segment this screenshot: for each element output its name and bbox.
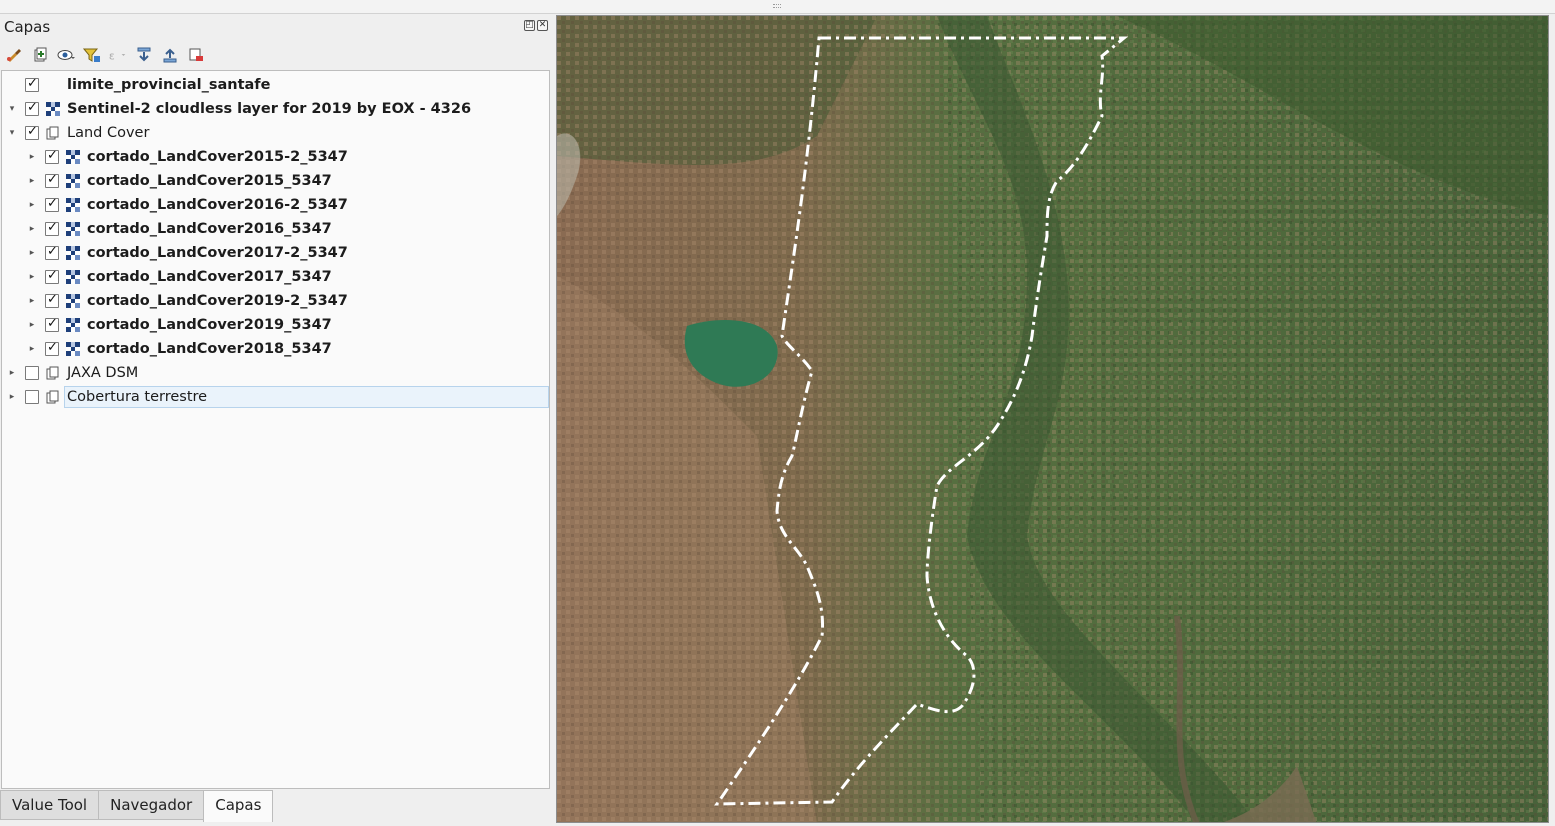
layer-visibility-checkbox[interactable]: ✓: [45, 196, 59, 212]
expand-arrow-icon[interactable]: ▸: [27, 200, 37, 210]
panel-title-buttons: ◰ ✕: [524, 20, 548, 31]
raster-layer-icon: [46, 102, 60, 116]
expand-arrow-icon[interactable]: ▸: [27, 152, 37, 162]
layer-visibility-checkbox[interactable]: [25, 366, 39, 380]
layer-visibility-checkbox[interactable]: ✓: [45, 244, 59, 260]
expand-arrow-icon[interactable]: ▸: [7, 368, 17, 378]
layers-toolbar: ε: [4, 44, 206, 66]
raster-layer-icon: [66, 198, 80, 212]
layer-tree[interactable]: ✓ limite_provincial_santafe ▾ ✓ Sentinel-2 c…: [1, 70, 550, 789]
layer-visibility-checkbox[interactable]: ✓: [45, 340, 59, 356]
layer-row[interactable]: ▸ ✓ cortado_LandCover2019_5347: [2, 313, 549, 337]
layer-row[interactable]: ▸ JAXA DSM: [2, 361, 549, 385]
layer-row[interactable]: ▸ ✓ cortado_LandCover2019-2_5347: [2, 289, 549, 313]
layer-label[interactable]: Cobertura terrestre: [64, 386, 549, 408]
qgis-window: Capas ◰ ✕ ε ✓ limite_provincial_santafe …: [0, 0, 1555, 826]
layer-visibility-checkbox[interactable]: ✓: [25, 100, 39, 116]
layer-visibility-checkbox[interactable]: ✓: [45, 316, 59, 332]
layer-label[interactable]: cortado_LandCover2015-2_5347: [84, 146, 351, 168]
layer-row[interactable]: ▸ ✓ cortado_LandCover2015_5347: [2, 169, 549, 193]
layer-label[interactable]: cortado_LandCover2016-2_5347: [84, 194, 351, 216]
svg-text:ε: ε: [109, 50, 115, 63]
layer-visibility-checkbox[interactable]: ✓: [25, 76, 39, 92]
float-icon[interactable]: ◰: [524, 20, 535, 31]
map-canvas[interactable]: [556, 15, 1549, 823]
filter-legend-icon[interactable]: [82, 45, 102, 65]
tab-capas[interactable]: Capas: [203, 790, 274, 822]
layer-label[interactable]: Land Cover: [64, 122, 152, 144]
raster-layer-icon: [66, 342, 80, 356]
layer-label[interactable]: Sentinel-2 cloudless layer for 2019 by E…: [64, 98, 474, 120]
layer-row[interactable]: ▸ ✓ cortado_LandCover2016_5347: [2, 217, 549, 241]
expand-arrow-icon[interactable]: ▸: [7, 392, 17, 402]
satellite-imagery: [557, 16, 1548, 822]
expand-all-icon[interactable]: [134, 45, 154, 65]
layer-label[interactable]: cortado_LandCover2018_5347: [84, 338, 335, 360]
collapse-arrow-icon[interactable]: ▾: [7, 128, 17, 138]
raster-layer-icon: [66, 294, 80, 308]
layer-visibility-checkbox[interactable]: ✓: [45, 148, 59, 164]
layer-label[interactable]: limite_provincial_santafe: [64, 74, 273, 96]
layers-panel: Capas ◰ ✕ ε ✓ limite_provincial_santafe …: [0, 14, 552, 826]
expand-arrow-icon[interactable]: ▸: [27, 176, 37, 186]
layer-visibility-checkbox[interactable]: ✓: [45, 268, 59, 284]
layer-label[interactable]: cortado_LandCover2017_5347: [84, 266, 335, 288]
filter-expression-icon[interactable]: ε: [108, 45, 128, 65]
collapse-all-icon[interactable]: [160, 45, 180, 65]
style-manager-icon[interactable]: [4, 45, 24, 65]
layer-visibility-checkbox[interactable]: [25, 390, 39, 404]
layer-row[interactable]: ▸ ✓ cortado_LandCover2016-2_5347: [2, 193, 549, 217]
collapse-arrow-icon[interactable]: ▾: [7, 104, 17, 114]
tab-navegador[interactable]: Navegador: [98, 790, 204, 820]
layer-visibility-checkbox[interactable]: ✓: [45, 220, 59, 236]
raster-layer-icon: [66, 222, 80, 236]
add-group-icon[interactable]: [30, 45, 50, 65]
expand-arrow-icon[interactable]: ▸: [27, 248, 37, 258]
expand-arrow-icon[interactable]: ▸: [27, 320, 37, 330]
raster-layer-icon: [66, 246, 80, 260]
layer-row[interactable]: ▸ ✓ cortado_LandCover2017_5347: [2, 265, 549, 289]
raster-layer-icon: [66, 270, 80, 284]
layer-label[interactable]: cortado_LandCover2019-2_5347: [84, 290, 351, 312]
panel-title: Capas: [4, 18, 51, 36]
layer-row[interactable]: ▸ ✓ cortado_LandCover2017-2_5347: [2, 241, 549, 265]
layer-row[interactable]: ✓ limite_provincial_santafe: [2, 73, 549, 97]
layer-row[interactable]: ▾ ✓ Sentinel-2 cloudless layer for 2019 by…: [2, 97, 549, 121]
tab-value-tool[interactable]: Value Tool: [0, 790, 99, 820]
raster-layer-icon: [66, 318, 80, 332]
map-themes-icon[interactable]: [56, 45, 76, 65]
layer-visibility-checkbox[interactable]: ✓: [45, 172, 59, 188]
layer-group-icon: [46, 366, 60, 380]
layer-group-icon: [46, 390, 60, 404]
layer-label[interactable]: cortado_LandCover2015_5347: [84, 170, 335, 192]
layer-visibility-checkbox[interactable]: ✓: [45, 292, 59, 308]
layer-label[interactable]: cortado_LandCover2016_5347: [84, 218, 335, 240]
top-toolbar-strip: [0, 0, 1555, 14]
layer-group-icon: [46, 126, 60, 140]
layer-row[interactable]: ▸ ✓ cortado_LandCover2015-2_5347: [2, 145, 549, 169]
layer-row[interactable]: ▸ Cobertura terrestre: [2, 385, 549, 409]
expand-arrow-icon[interactable]: ▸: [27, 224, 37, 234]
layer-visibility-checkbox[interactable]: ✓: [25, 124, 39, 140]
panel-tabs: Value Tool Navegador Capas: [0, 790, 274, 822]
raster-layer-icon: [66, 174, 80, 188]
layer-label[interactable]: cortado_LandCover2017-2_5347: [84, 242, 351, 264]
layer-row[interactable]: ▾ ✓ Land Cover: [2, 121, 549, 145]
remove-layer-icon[interactable]: [186, 45, 206, 65]
close-icon[interactable]: ✕: [537, 20, 548, 31]
toolbar-grip-icon[interactable]: [773, 4, 781, 8]
expand-arrow-icon[interactable]: ▸: [27, 296, 37, 306]
raster-layer-icon: [66, 150, 80, 164]
expand-arrow-icon[interactable]: ▸: [27, 272, 37, 282]
layer-label[interactable]: cortado_LandCover2019_5347: [84, 314, 335, 336]
layer-label[interactable]: JAXA DSM: [64, 362, 141, 384]
layer-row[interactable]: ▸ ✓ cortado_LandCover2018_5347: [2, 337, 549, 361]
expand-arrow-icon[interactable]: ▸: [27, 344, 37, 354]
